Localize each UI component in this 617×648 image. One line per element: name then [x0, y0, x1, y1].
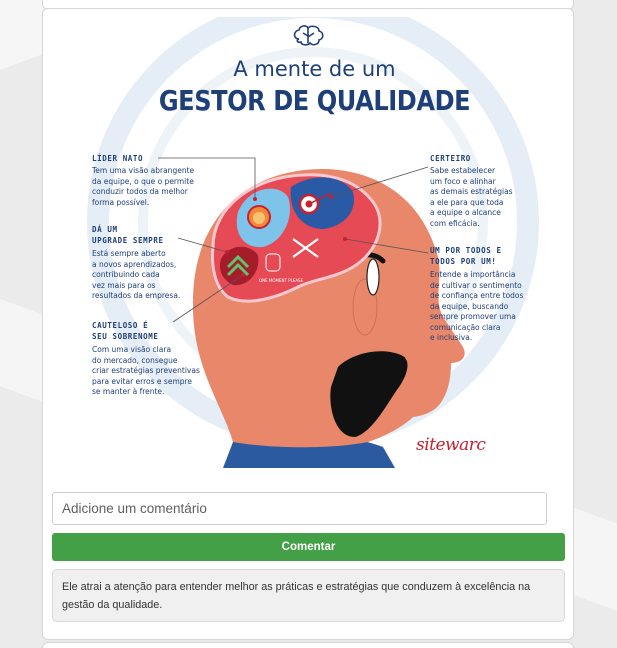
hand-icon	[265, 253, 281, 272]
infographic-title-line2: GESTOR DE QUALIDADE	[158, 84, 471, 117]
infographic-title-line1: A mente de um	[233, 57, 396, 81]
trait-title: UM POR TODOS E TODOS POR UM!	[430, 246, 502, 266]
trait-title: CERTEIRO	[430, 154, 471, 163]
trait-description: Com uma visão clara do mercado, consegue…	[92, 345, 200, 396]
trait-leader: LÍDER NATO Tem uma visão abrangente da e…	[92, 153, 222, 208]
trait-team: UM POR TODOS E TODOS POR UM! Entende a i…	[430, 245, 542, 344]
infographic-image[interactable]: ONE MOMENT PLEASE A mente de um GESTOR D…	[83, 17, 546, 468]
trait-title: LÍDER NATO	[92, 154, 144, 163]
next-post-card	[42, 642, 574, 648]
brain-icon	[293, 25, 324, 46]
comment-button[interactable]: Comentar	[52, 533, 565, 561]
trait-description: Tem uma visão abrangente da equipe, o qu…	[92, 166, 195, 207]
hand-sign-text: ONE MOMENT PLEASE	[259, 278, 304, 283]
trait-description: Entende a importância de cultivar o sent…	[430, 270, 524, 342]
brand-logo: sitewarc	[416, 435, 486, 455]
trait-cautious: CAUTELOSO É SEU SOBRENOME Com uma visão …	[92, 320, 227, 398]
trait-description: Sabe estabelecer um foco e alinhar as de…	[430, 166, 513, 228]
trait-title: CAUTELOSO É SEU SOBRENOME	[92, 321, 159, 341]
trait-description: Está sempre aberto a novos aprendizados,…	[92, 249, 181, 300]
trait-upgrade: DÁ UM UPGRADE SEMPRE Está sempre aberto …	[92, 224, 222, 302]
comment-input[interactable]	[52, 492, 547, 525]
trait-title: DÁ UM UPGRADE SEMPRE	[92, 225, 164, 245]
post-caption: Ele atrai a atenção para entender melhor…	[52, 569, 565, 622]
trait-accurate: CERTEIRO Sabe estabelecer um foco e alin…	[430, 153, 542, 229]
